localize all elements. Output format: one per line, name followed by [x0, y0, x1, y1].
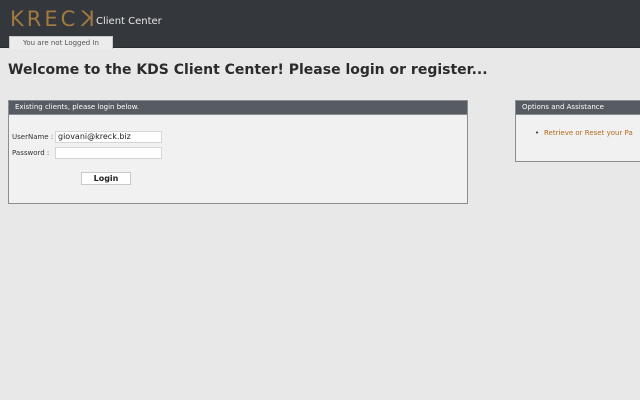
username-input[interactable]	[55, 131, 162, 143]
assistance-link-list: • Retrieve or Reset your Pa	[535, 129, 633, 137]
assistance-panel-title: Options and Assistance	[516, 101, 640, 115]
retrieve-password-link[interactable]: Retrieve or Reset your Pa	[544, 129, 633, 137]
app-name: Client Center	[96, 16, 162, 27]
logo-text: KREC	[10, 7, 79, 31]
bullet-icon: •	[535, 129, 540, 137]
list-item: • Retrieve or Reset your Pa	[535, 129, 633, 137]
password-label: Password :	[12, 149, 50, 157]
login-status-tab: You are not Logged In	[9, 36, 113, 49]
password-input[interactable]	[55, 147, 162, 159]
login-button[interactable]: Login	[81, 172, 131, 185]
top-header-bar: KRECK Client Center You are not Logged I…	[0, 0, 640, 49]
login-panel: Existing clients, please login below. Us…	[8, 100, 468, 204]
assistance-panel: Options and Assistance • Retrieve or Res…	[515, 100, 640, 162]
kreck-logo[interactable]: KRECK	[10, 7, 95, 31]
login-panel-title: Existing clients, please login below.	[9, 101, 467, 115]
page-title: Welcome to the KDS Client Center! Please…	[8, 62, 488, 78]
username-label: UserName :	[12, 133, 54, 141]
logo-mirrored-letter: K	[78, 7, 96, 31]
